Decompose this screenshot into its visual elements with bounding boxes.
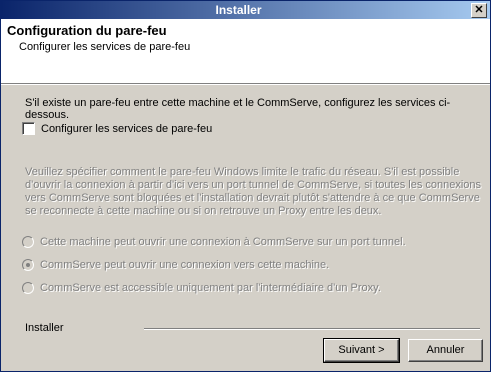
radio-commserve-connect-label[interactable]: CommServe peut ouvrir une connexion vers… <box>40 259 329 271</box>
page-title: Configuration du pare-feu <box>7 23 167 38</box>
title-bar[interactable]: Installer ✕ <box>1 1 490 19</box>
radio-tunnel[interactable] <box>22 236 34 249</box>
radio-option-tunnel[interactable]: Cette machine peut ouvrir une connexion … <box>22 236 406 249</box>
firewall-description: Veuillez spécifier comment le pare-feu W… <box>25 166 485 218</box>
installer-window: Installer ✕ Configuration du pare-feu Co… <box>0 0 491 372</box>
header-panel: Configuration du pare-feu Configurer les… <box>1 19 490 84</box>
radio-proxy-label[interactable]: CommServe est accessible uniquement par … <box>40 282 381 294</box>
configure-firewall-checkbox[interactable] <box>22 122 35 135</box>
footer-label: Installer <box>25 322 64 334</box>
description-line: Veuillez spécifier comment le pare-feu W… <box>25 166 460 178</box>
radio-option-proxy[interactable]: CommServe est accessible uniquement par … <box>22 282 381 295</box>
window-title: Installer <box>215 3 262 17</box>
radio-proxy[interactable] <box>22 282 34 295</box>
cancel-button[interactable]: Annuler <box>408 339 483 362</box>
radio-option-commserve-connect[interactable]: CommServe peut ouvrir une connexion vers… <box>22 259 329 272</box>
page-subtitle: Configurer les services de pare-feu <box>19 41 191 53</box>
intro-text: S'il existe un pare-feu entre cette mach… <box>25 97 451 121</box>
close-icon[interactable]: ✕ <box>471 3 487 18</box>
description-line: d'ouvrir la connexion à partir d'ici ver… <box>25 179 482 191</box>
radio-tunnel-label[interactable]: Cette machine peut ouvrir une connexion … <box>40 236 406 248</box>
configure-firewall-label[interactable]: Configurer les services de pare-feu <box>41 123 212 135</box>
radio-commserve-connect[interactable] <box>22 259 34 272</box>
next-button[interactable]: Suivant > <box>323 338 400 363</box>
description-line: se reconnecte à cette machine ou si on r… <box>25 205 382 217</box>
configure-firewall-option[interactable]: Configurer les services de pare-feu <box>22 122 212 135</box>
footer-divider <box>144 328 480 330</box>
description-line: vers CommServe sont bloquées et l'instal… <box>25 192 480 204</box>
header-divider <box>1 84 490 85</box>
